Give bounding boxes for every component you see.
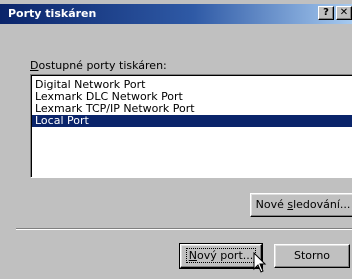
- ports-listbox[interactable]: Digital Network Port Lexmark DLC Network…: [30, 74, 352, 178]
- mouse-cursor-icon: [253, 252, 267, 273]
- printer-ports-dialog: Porty tiskáren ? ✕ Dostupné porty tiskár…: [0, 0, 352, 279]
- cancel-button[interactable]: Storno: [274, 244, 350, 268]
- window-title: Porty tiskáren: [8, 7, 97, 20]
- close-icon: ✕: [339, 7, 349, 18]
- help-button[interactable]: ?: [318, 6, 334, 20]
- help-icon: ?: [323, 7, 329, 18]
- new-port-rest: ový port...: [196, 249, 254, 262]
- available-ports-label: Dostupné porty tiskáren:: [30, 59, 167, 72]
- separator: [16, 228, 352, 230]
- label-rest: ostupné porty tiskáren:: [38, 59, 167, 72]
- new-port-button[interactable]: Nový port...: [179, 243, 263, 269]
- title-bar[interactable]: Porty tiskáren ? ✕: [0, 4, 352, 24]
- new-port-mnemonic: N: [188, 249, 197, 262]
- focus-rect: Nový port...: [185, 248, 257, 263]
- new-monitor-rest: ledování...: [293, 198, 351, 211]
- new-monitor-prefix: Nové: [255, 198, 288, 211]
- list-item-local-port[interactable]: Local Port: [32, 115, 352, 127]
- close-button[interactable]: ✕: [336, 6, 352, 20]
- new-monitor-button[interactable]: Nové sledování...: [250, 193, 352, 217]
